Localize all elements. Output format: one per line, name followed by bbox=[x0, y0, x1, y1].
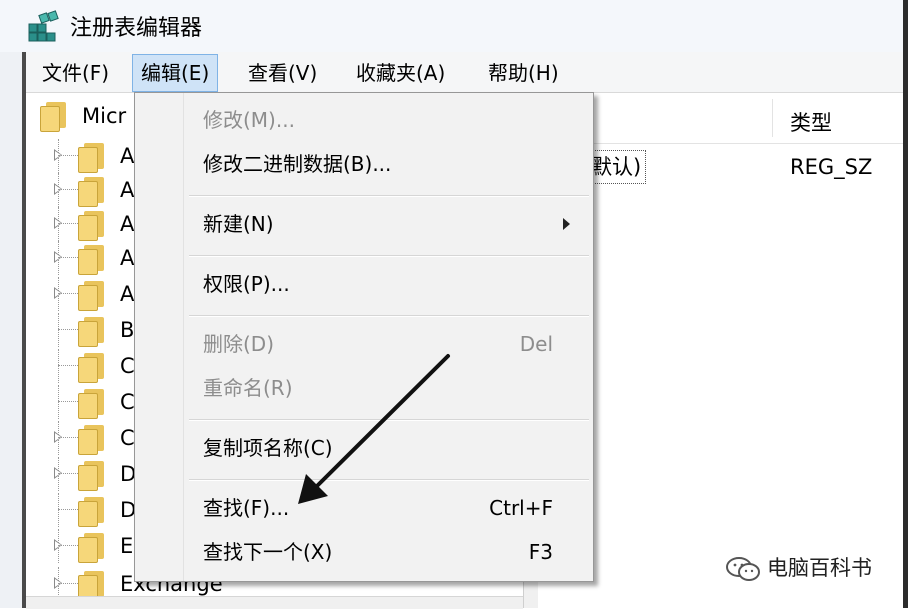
menu-item-find[interactable]: 查找(F)... bbox=[203, 493, 289, 523]
menu-item-find-next[interactable]: 查找下一个(X) bbox=[203, 537, 332, 567]
shortcut-delete: Del bbox=[519, 332, 553, 356]
column-header-type[interactable]: 类型 bbox=[790, 107, 832, 137]
folder-icon bbox=[78, 143, 106, 173]
menu-separator bbox=[189, 419, 589, 421]
menu-bar: 文件(F) 编辑(E) 查看(V) 收藏夹(A) 帮助(H) bbox=[26, 52, 903, 93]
folder-icon bbox=[78, 317, 106, 347]
folder-icon bbox=[78, 571, 106, 601]
menu-item-rename[interactable]: 重命名(R) bbox=[203, 373, 293, 403]
menu-item-copy-key-name[interactable]: 复制项名称(C) bbox=[203, 433, 333, 463]
tree-item-label: A bbox=[120, 282, 135, 306]
tree-item-label: C bbox=[120, 354, 135, 378]
window-frame-right bbox=[903, 0, 908, 608]
tree-item-label: A bbox=[120, 246, 135, 270]
tree-item-label: A bbox=[120, 144, 135, 168]
wechat-icon bbox=[726, 557, 760, 581]
value-row-type: REG_SZ bbox=[790, 155, 873, 179]
menu-item-delete[interactable]: 删除(D) bbox=[203, 329, 274, 359]
title-bar: 注册表编辑器 bbox=[0, 0, 908, 52]
menu-item-modify[interactable]: 修改(M)... bbox=[203, 105, 295, 135]
tree-item-label: E bbox=[120, 534, 134, 558]
folder-icon bbox=[40, 102, 68, 132]
regedit-icon bbox=[28, 10, 59, 42]
menu-item-new[interactable]: 新建(N) bbox=[203, 209, 274, 239]
menu-separator bbox=[189, 255, 589, 257]
tree-item-label: A bbox=[120, 178, 135, 202]
menu-favorites[interactable]: 收藏夹(A) bbox=[348, 58, 453, 88]
folder-icon bbox=[78, 497, 106, 527]
menu-separator bbox=[189, 479, 589, 481]
watermark-text: 电脑百科书 bbox=[767, 556, 872, 580]
tree-item-label: C bbox=[120, 390, 135, 414]
menu-separator bbox=[189, 195, 589, 197]
window-frame-left-outer bbox=[0, 52, 22, 608]
horizontal-scrollbar[interactable] bbox=[26, 596, 523, 609]
folder-icon bbox=[78, 533, 106, 563]
shortcut-find-next: F3 bbox=[528, 540, 553, 564]
tree-root-label: Micr bbox=[82, 104, 127, 128]
submenu-arrow-icon bbox=[563, 218, 570, 230]
folder-icon bbox=[78, 281, 106, 311]
folder-icon bbox=[78, 353, 106, 383]
menu-file[interactable]: 文件(F) bbox=[34, 58, 117, 88]
edit-menu-dropdown: 修改(M)... 修改二进制数据(B)... 新建(N) 权限(P)... 删除… bbox=[134, 92, 594, 582]
tree-item-label: B bbox=[120, 318, 135, 342]
folder-icon bbox=[78, 177, 106, 207]
menu-view[interactable]: 查看(V) bbox=[240, 58, 325, 88]
folder-icon bbox=[78, 211, 106, 241]
menu-edit[interactable]: 编辑(E) bbox=[132, 54, 219, 92]
column-divider[interactable] bbox=[772, 99, 773, 137]
menu-separator bbox=[189, 315, 589, 317]
menu-item-permissions[interactable]: 权限(P)... bbox=[203, 269, 290, 299]
tree-item-label: C bbox=[120, 426, 135, 450]
value-row-name[interactable]: 默认) bbox=[588, 150, 647, 184]
menu-help[interactable]: 帮助(H) bbox=[480, 58, 567, 88]
folder-icon bbox=[78, 425, 106, 455]
folder-icon bbox=[78, 245, 106, 275]
tree-item-label: A bbox=[120, 212, 135, 236]
folder-icon bbox=[78, 461, 106, 491]
folder-icon bbox=[78, 389, 106, 419]
menu-icon-gutter bbox=[135, 93, 184, 581]
window-title: 注册表编辑器 bbox=[70, 16, 203, 41]
shortcut-find: Ctrl+F bbox=[489, 496, 553, 520]
menu-item-modify-binary[interactable]: 修改二进制数据(B)... bbox=[203, 149, 391, 179]
